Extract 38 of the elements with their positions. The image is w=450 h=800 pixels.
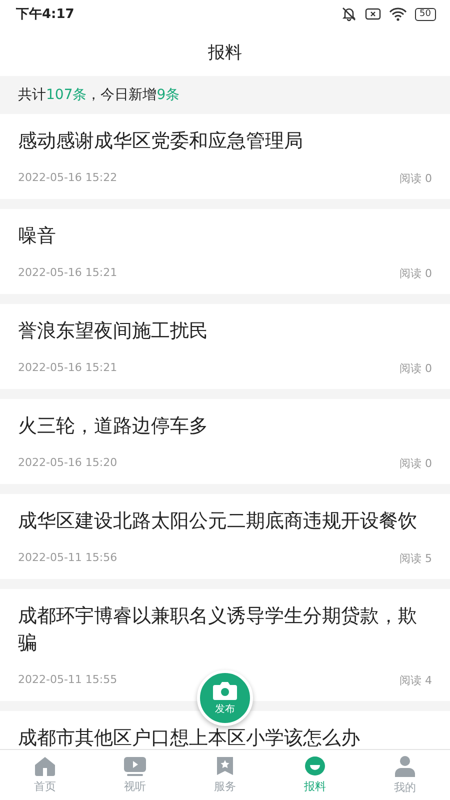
post-card[interactable]: 成华区建设北路太阳公元二期底商违规开设餐饮 2022-05-11 15:56 阅读 5 bbox=[0, 494, 450, 579]
home-icon bbox=[34, 756, 56, 776]
post-date: 2022-05-11 15:56 bbox=[18, 551, 118, 566]
post-title: 成都市其他区户口想上本区小学该怎么办 bbox=[18, 726, 361, 749]
person-icon bbox=[394, 755, 416, 777]
post-date: 2022-05-16 15:20 bbox=[18, 456, 118, 471]
battery-level: 50 bbox=[414, 8, 436, 20]
post-card[interactable]: 誉浪东望夜间施工扰民 2022-05-16 15:21 阅读 0 bbox=[0, 304, 450, 389]
post-title: 誉浪东望夜间施工扰民 bbox=[18, 319, 209, 344]
post-title: 感动感谢成华区党委和应急管理局 bbox=[18, 129, 304, 154]
post-card[interactable]: 噪音 2022-05-16 15:21 阅读 0 bbox=[0, 209, 450, 294]
no-sim-icon bbox=[364, 8, 381, 20]
post-title: 成都环宇博睿以兼职名义诱导学生分期贷款，欺骗 bbox=[18, 604, 418, 656]
play-screen-icon bbox=[123, 756, 147, 776]
bookmark-star-icon bbox=[215, 756, 235, 776]
read-count: 阅读 0 bbox=[400, 456, 432, 471]
read-count: 阅读 0 bbox=[400, 171, 432, 186]
post-date: 2022-05-16 15:22 bbox=[18, 171, 118, 186]
post-count-summary: 共计107条，今日新增9条 bbox=[18, 86, 180, 104]
post-date: 2022-05-11 15:55 bbox=[18, 673, 118, 688]
camera-icon bbox=[212, 680, 238, 700]
post-card[interactable]: 感动感谢成华区党委和应急管理局 2022-05-16 15:22 阅读 0 bbox=[0, 114, 450, 199]
post-card[interactable]: 火三轮，道路边停车多 2022-05-16 15:20 阅读 0 bbox=[0, 399, 450, 484]
post-title: 火三轮，道路边停车多 bbox=[18, 414, 209, 439]
post-date: 2022-05-16 15:21 bbox=[18, 361, 118, 376]
post-title: 噪音 bbox=[18, 224, 57, 249]
read-count: 阅读 4 bbox=[400, 673, 432, 688]
status-time: 下午4:17 bbox=[16, 6, 74, 23]
post-card[interactable]: 成都环宇博睿以兼职名义诱导学生分期贷款，欺骗 2022-05-11 15:55 阅读 4 bbox=[0, 589, 450, 701]
post-date: 2022-05-16 15:21 bbox=[18, 266, 118, 281]
page-title: 报料 bbox=[208, 42, 242, 64]
chat-bubble-icon bbox=[304, 756, 326, 776]
read-count: 阅读 0 bbox=[400, 266, 432, 281]
post-title: 成华区建设北路太阳公元二期底商违规开设餐饮 bbox=[18, 509, 418, 534]
wifi-icon bbox=[388, 7, 407, 21]
read-count: 阅读 0 bbox=[400, 361, 432, 376]
mute-bell-icon bbox=[340, 6, 357, 22]
read-count: 阅读 5 bbox=[400, 551, 432, 566]
